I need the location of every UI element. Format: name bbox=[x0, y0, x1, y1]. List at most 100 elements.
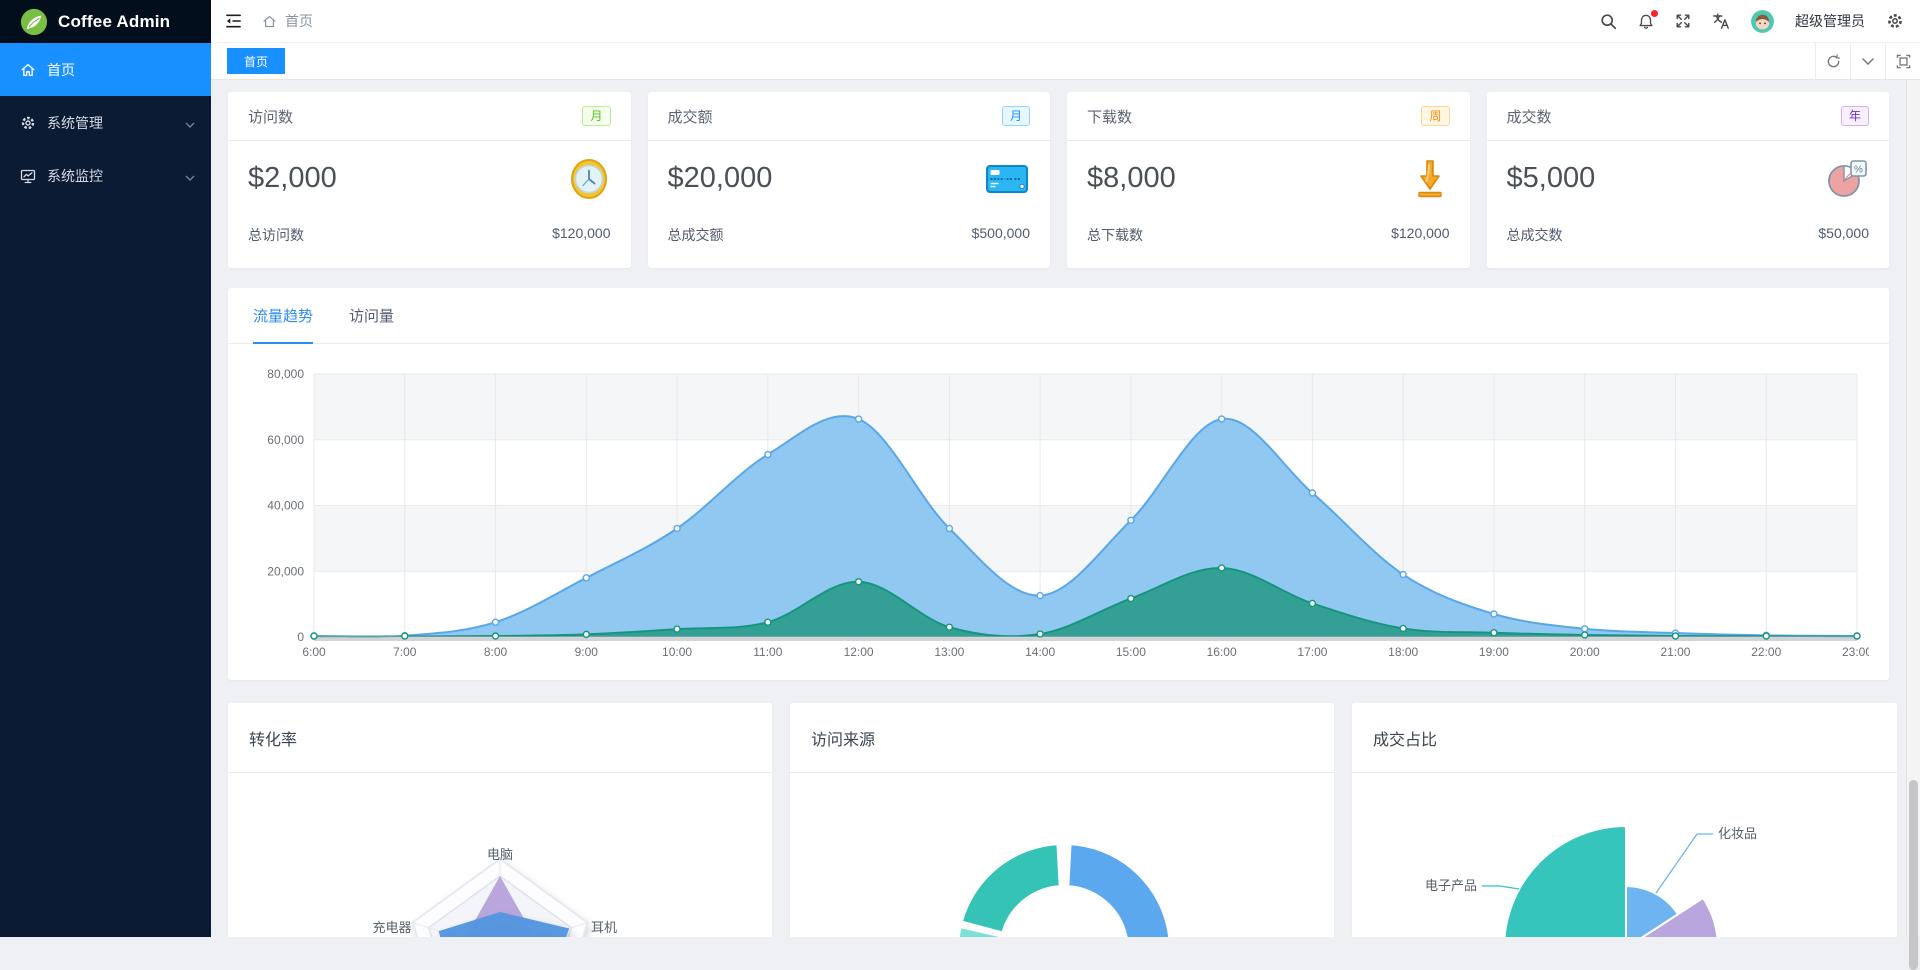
breadcrumb-label: 首页 bbox=[285, 13, 313, 29]
deal-share-pie-chart: 电子产品 化妆品 bbox=[1352, 773, 1897, 937]
notification-badge-dot bbox=[1651, 9, 1658, 17]
page-tabs-bar: 首页 bbox=[211, 43, 1920, 80]
stat-card-deals: 成交数 年 $5,000 % 总成交数 $50,000 bbox=[1486, 92, 1889, 268]
svg-text:17:00: 17:00 bbox=[1297, 645, 1327, 659]
svg-text:19:00: 19:00 bbox=[1479, 645, 1509, 659]
bottom-panels-row: 转化率 电脑耳机 充电器 访问来源 成交占比 电子产品 化妆品 bbox=[228, 703, 1897, 937]
stat-footer-value: $120,000 bbox=[552, 225, 611, 241]
stat-card-title: 成交额 bbox=[667, 108, 713, 126]
search-icon[interactable] bbox=[1600, 13, 1617, 30]
app-logo: Coffee Admin bbox=[0, 0, 211, 43]
stat-card-visits: 访问数 月 $2,000 总访问数 $120,000 bbox=[228, 92, 631, 268]
sidebar-menu: 首页 系统管理 系统监控 bbox=[0, 43, 211, 202]
home-icon bbox=[20, 62, 36, 78]
tab-traffic-trend[interactable]: 流量趋势 bbox=[253, 288, 314, 344]
svg-text:充电器: 充电器 bbox=[372, 920, 411, 935]
deal-share-panel: 成交占比 电子产品 化妆品 bbox=[1352, 703, 1897, 937]
chevron-down-icon[interactable] bbox=[1850, 43, 1885, 79]
sidebar-item-system-management[interactable]: 系统管理 bbox=[0, 96, 211, 149]
svg-text:6:00: 6:00 bbox=[302, 645, 326, 659]
pie-chart-icon: % bbox=[1825, 158, 1869, 200]
stat-footer-label: 总访问数 bbox=[248, 227, 304, 243]
period-badge: 月 bbox=[1001, 106, 1030, 126]
breadcrumb[interactable]: 首页 bbox=[262, 11, 313, 31]
visit-source-donut-chart bbox=[790, 773, 1334, 937]
stat-value: $2,000 bbox=[248, 162, 337, 194]
stat-card-title: 访问数 bbox=[248, 108, 294, 126]
svg-text:%: % bbox=[1854, 164, 1863, 175]
svg-text:20:00: 20:00 bbox=[1570, 645, 1600, 659]
stat-value: $5,000 bbox=[1506, 162, 1596, 194]
svg-text:18:00: 18:00 bbox=[1388, 645, 1418, 659]
sidebar-item-label: 系统管理 bbox=[47, 114, 103, 131]
stat-footer-value: $50,000 bbox=[1818, 225, 1869, 241]
svg-text:21:00: 21:00 bbox=[1660, 645, 1690, 659]
period-badge: 周 bbox=[1421, 106, 1450, 126]
visit-source-panel: 访问来源 bbox=[790, 703, 1334, 937]
svg-text:0: 0 bbox=[297, 630, 304, 644]
vertical-scrollbar bbox=[1906, 80, 1920, 970]
stat-footer-value: $500,000 bbox=[971, 225, 1030, 241]
svg-text:耳机: 耳机 bbox=[591, 920, 617, 935]
stat-footer-label: 总成交数 bbox=[1506, 227, 1563, 243]
svg-text:22:00: 22:00 bbox=[1751, 645, 1781, 659]
content-area: 访问数 月 $2,000 总访问数 $120,000 成交额 月 $20,000… bbox=[211, 80, 1906, 937]
stat-footer-value: $120,000 bbox=[1391, 225, 1450, 241]
tab-label: 首页 bbox=[244, 54, 269, 69]
svg-text:电脑: 电脑 bbox=[487, 847, 513, 862]
refresh-icon[interactable] bbox=[1815, 43, 1850, 79]
period-badge: 月 bbox=[582, 106, 611, 126]
traffic-trend-chart: 0 20,000 40,000 60,000 80,000 6:00 7:00 8:00 9:0… bbox=[228, 344, 1889, 665]
download-icon bbox=[1410, 158, 1450, 200]
stat-card-title: 成交数 bbox=[1506, 108, 1552, 126]
translate-icon[interactable] bbox=[1712, 13, 1730, 30]
monitor-icon bbox=[20, 168, 36, 184]
sidebar-item-label: 首页 bbox=[47, 61, 75, 78]
conversion-radar-chart: 电脑耳机 充电器 bbox=[228, 773, 772, 937]
trend-tab-label: 流量趋势 bbox=[253, 308, 314, 325]
app-title: Coffee Admin bbox=[58, 11, 171, 31]
sidebar-item-system-monitor[interactable]: 系统监控 bbox=[0, 149, 211, 202]
sidebar: Coffee Admin 首页 系统管理 系统监控 bbox=[0, 0, 211, 937]
svg-text:12:00: 12:00 bbox=[844, 645, 874, 659]
scrollbar-thumb[interactable] bbox=[1909, 780, 1918, 970]
clock-icon bbox=[567, 157, 611, 201]
svg-text:7:00: 7:00 bbox=[393, 645, 417, 659]
svg-text:13:00: 13:00 bbox=[934, 645, 964, 659]
maximize-icon[interactable] bbox=[1885, 43, 1920, 79]
svg-text:60,000: 60,000 bbox=[267, 433, 304, 447]
fullscreen-icon[interactable] bbox=[1675, 13, 1691, 29]
stat-value: $20,000 bbox=[667, 162, 773, 194]
stat-cards-row: 访问数 月 $2,000 总访问数 $120,000 成交额 月 $20,000… bbox=[228, 92, 1889, 268]
stat-footer-label: 总成交额 bbox=[667, 227, 724, 243]
leaf-logo-icon bbox=[20, 8, 48, 36]
stat-footer-label: 总下载数 bbox=[1087, 227, 1143, 243]
svg-text:14:00: 14:00 bbox=[1025, 645, 1055, 659]
svg-text:10:00: 10:00 bbox=[662, 645, 692, 659]
user-avatar[interactable] bbox=[1751, 9, 1774, 33]
period-badge: 年 bbox=[1840, 106, 1869, 126]
gear-icon[interactable] bbox=[1886, 12, 1904, 30]
home-icon bbox=[262, 14, 277, 29]
traffic-trend-card: 流量趋势 访问量 0 20,000 40,000 60,000 80,000 6:00 7:… bbox=[228, 288, 1889, 680]
user-name[interactable]: 超级管理员 bbox=[1795, 11, 1865, 31]
panel-title: 访问来源 bbox=[811, 731, 876, 749]
svg-text:80,000: 80,000 bbox=[267, 367, 304, 381]
chevron-down-icon bbox=[185, 115, 195, 131]
trend-tabs: 流量趋势 访问量 bbox=[228, 288, 1889, 344]
bell-icon[interactable] bbox=[1638, 9, 1658, 30]
svg-text:11:00: 11:00 bbox=[753, 645, 782, 659]
tab-home[interactable]: 首页 bbox=[227, 48, 286, 74]
sidebar-item-label: 系统监控 bbox=[47, 167, 103, 184]
stat-card-downloads: 下载数 周 $8,000 总下载数 $120,000 bbox=[1067, 92, 1470, 268]
main-area: 首页 超级管理员 首页 访问数 月 $2,000 总访问数 $120,000 成… bbox=[211, 0, 1920, 970]
panel-title: 成交占比 bbox=[1373, 731, 1438, 749]
panel-title: 转化率 bbox=[249, 731, 298, 749]
tab-visit-volume[interactable]: 访问量 bbox=[349, 288, 394, 343]
sidebar-item-home[interactable]: 首页 bbox=[0, 43, 211, 96]
chevron-down-icon bbox=[185, 168, 195, 184]
svg-text:9:00: 9:00 bbox=[575, 645, 599, 659]
menu-fold-icon[interactable] bbox=[219, 9, 248, 33]
svg-text:16:00: 16:00 bbox=[1207, 645, 1237, 659]
svg-text:23:00: 23:00 bbox=[1842, 645, 1869, 659]
